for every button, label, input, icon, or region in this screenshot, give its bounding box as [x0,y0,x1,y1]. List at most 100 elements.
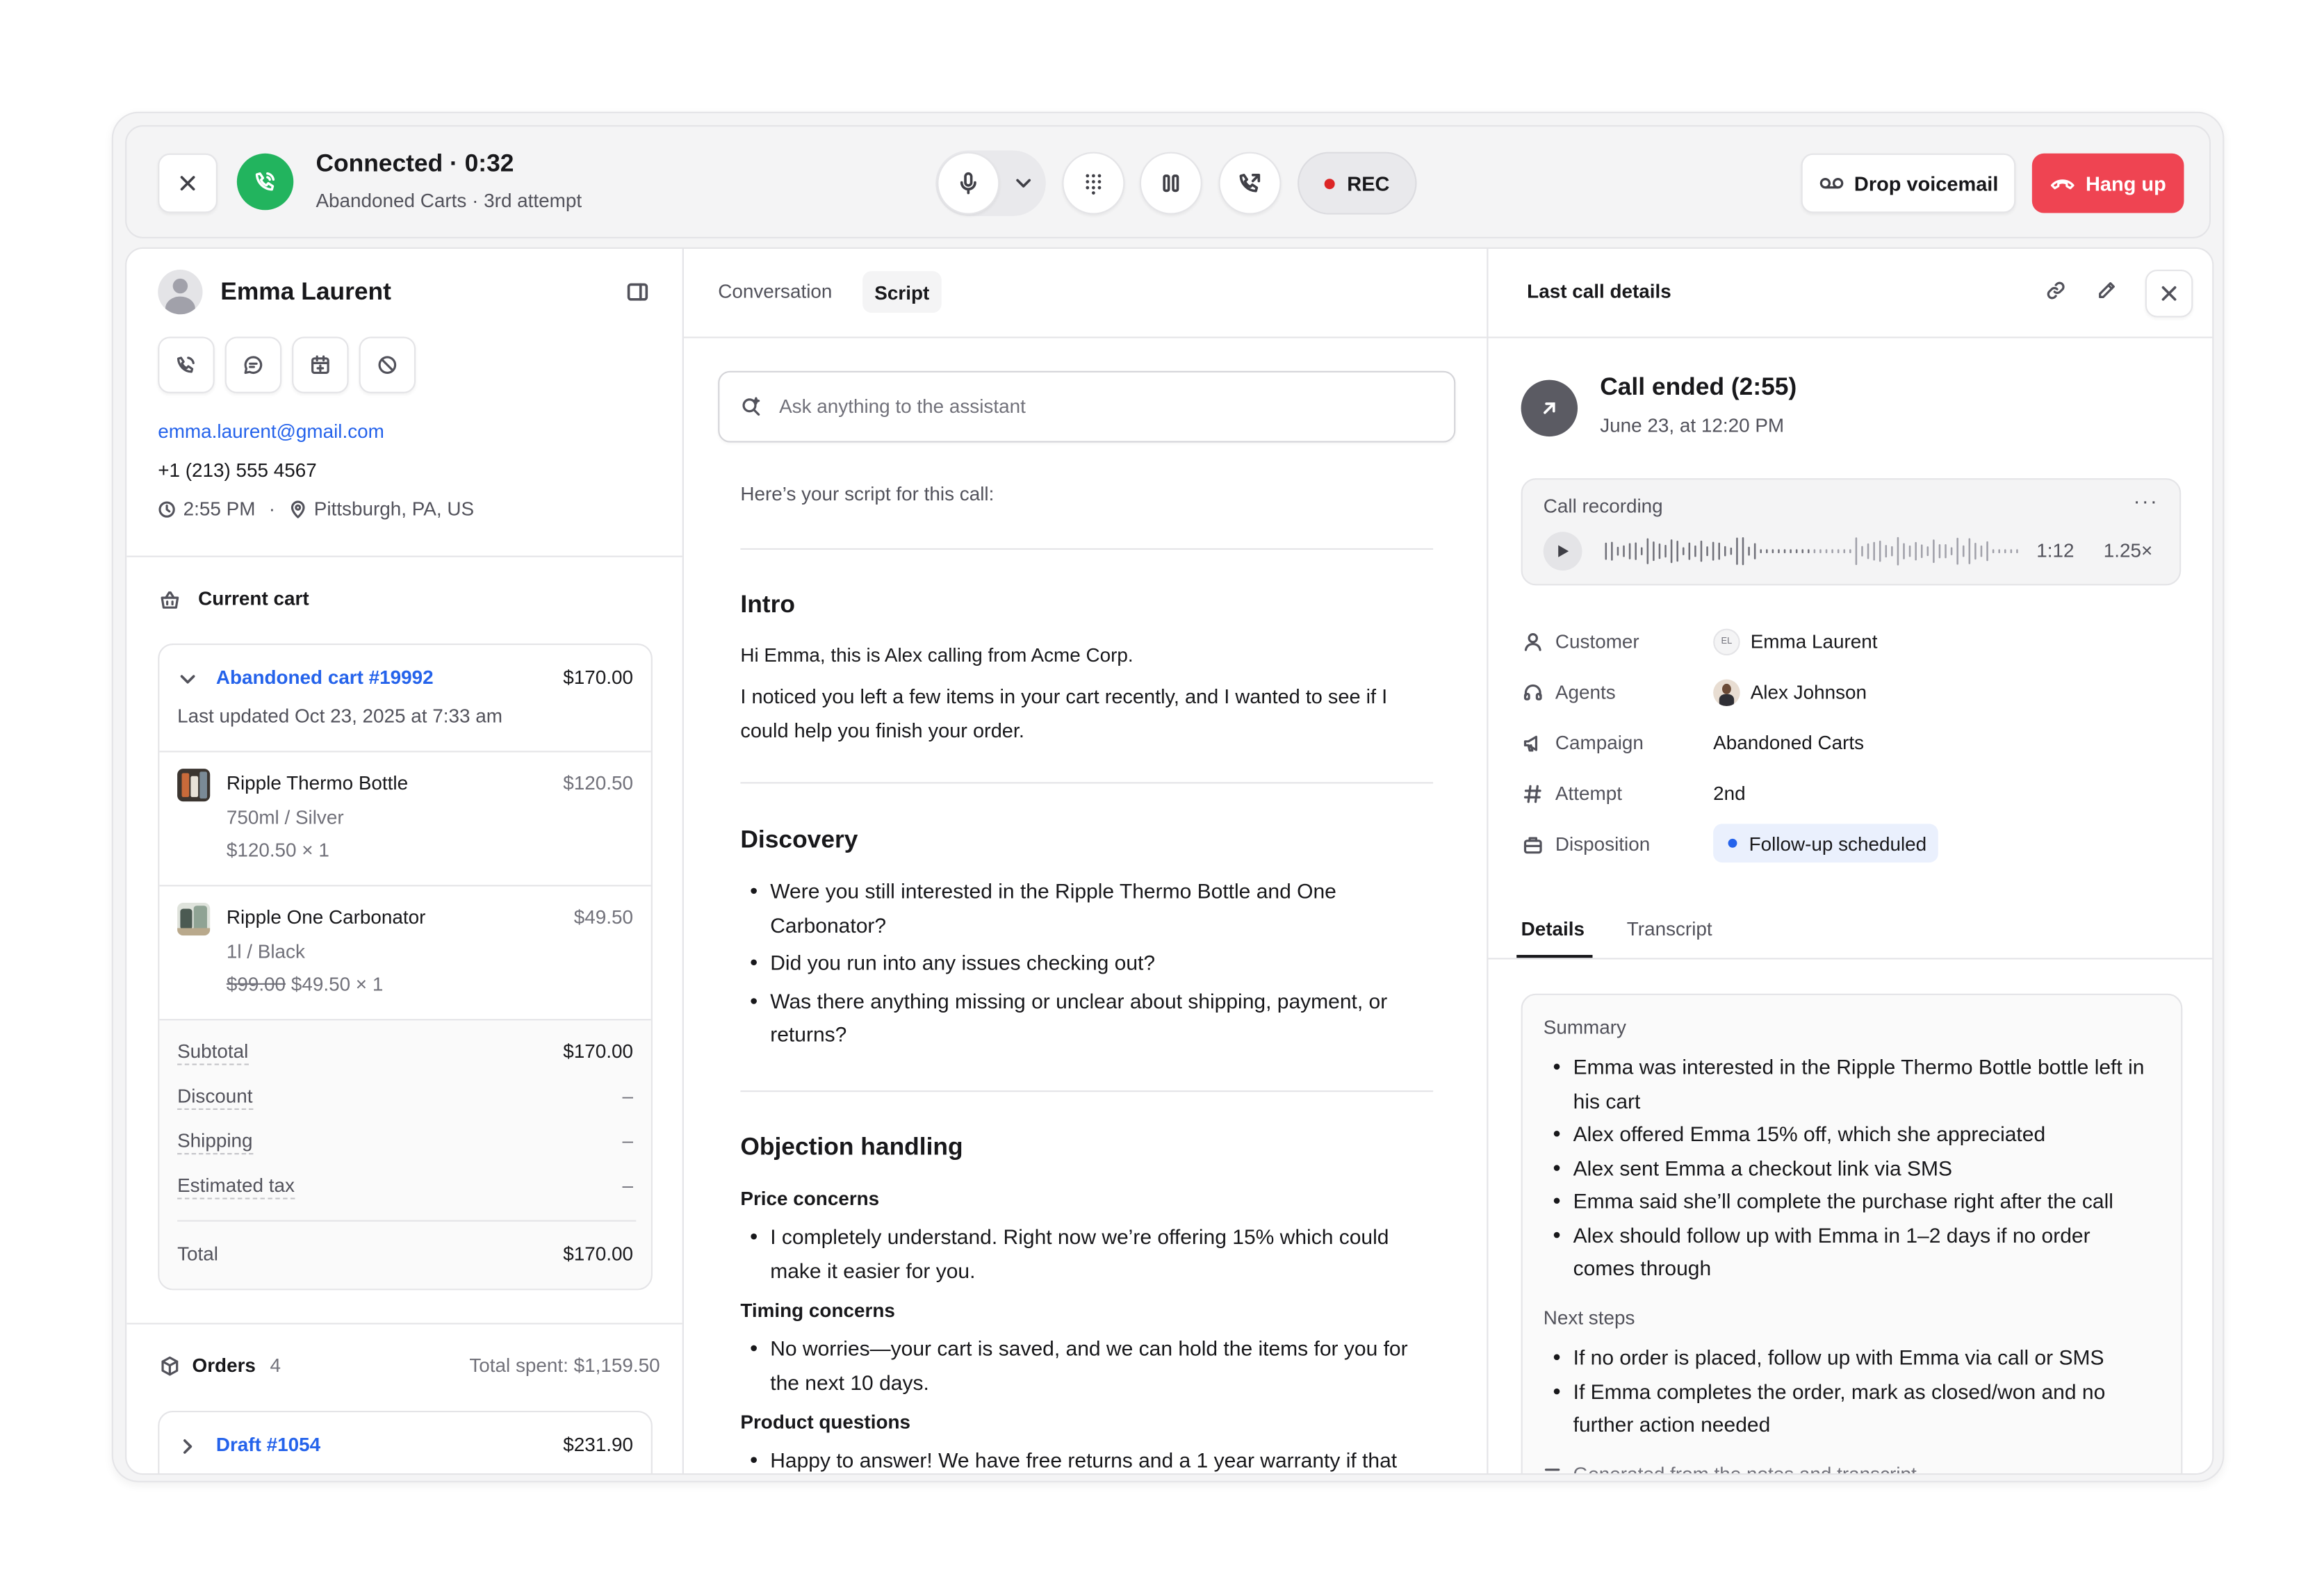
mic-options-button[interactable] [1003,152,1045,215]
megaphone-icon [1523,735,1538,752]
contact-phone: +1 (213) 555 4567 [158,459,317,482]
contact-sidebar: Emma Laurent emma.laurent@gmail.com +1 (… [126,248,684,1474]
hang-up-button[interactable]: Hang up [2031,153,2184,213]
cart-item-variant: 750ml / Silver [226,805,344,828]
call-contact-button[interactable] [158,336,215,393]
contact-email[interactable]: emma.laurent@gmail.com [158,420,384,442]
toggle-panel-button[interactable] [627,281,648,310]
cart-card: Abandoned cart #19992 $170.00 Last updat… [158,644,653,1291]
intro-heading: Intro [740,591,795,619]
cart-last-updated: Last updated Oct 23, 2025 at 7:33 am [177,704,502,728]
play-button[interactable] [1543,532,1582,571]
summary-list: Emma was interested in the Ripple Thermo… [1544,1050,2154,1285]
pause-icon [1163,174,1179,193]
block-contact-button[interactable] [359,336,416,393]
attempt-value: 2nd [1713,782,1746,805]
briefcase-icon [1523,837,1542,854]
list-item: Emma was interested in the Ripple Thermo… [1544,1050,2154,1117]
shipping-value: – [622,1129,634,1152]
disposition-value: Follow-up scheduled [1749,832,1927,855]
tab-script[interactable]: Script [862,271,942,313]
playback-speed[interactable]: 1.25× [2104,539,2153,562]
hash-icon [1523,785,1541,803]
close-call-button[interactable] [158,153,218,213]
attempt-label: Attempt [1555,782,1622,805]
chevron-down-icon[interactable] [177,669,198,689]
record-button[interactable]: REC [1298,152,1417,215]
hold-button[interactable] [1139,152,1202,215]
list-item: Emma said she’ll complete the purchase r… [1544,1184,2154,1218]
discount-value: – [622,1084,634,1107]
intro-line-1: Hi Emma, this is Alex calling from Acme … [740,644,1134,666]
timing-concerns-heading: Timing concerns [740,1299,895,1322]
hang-up-label: Hang up [2086,172,2166,195]
call-status: Connected · 0:32 [316,150,514,178]
call-attempt: 3rd attempt [484,189,582,212]
message-contact-button[interactable] [224,336,282,393]
list-item: Did you run into any issues checking out… [740,946,1396,979]
hang-up-icon [2050,179,2075,190]
details-title: Last call details [1527,279,1671,303]
edit-button[interactable] [2096,280,2117,309]
discount-label: Discount [177,1084,253,1110]
sidebar-panel-icon [627,283,648,301]
order-link[interactable]: Draft #1054 [216,1433,320,1455]
product-thumbnail [177,769,211,802]
orders-heading: Orders 4 [193,1354,281,1377]
agents-label: Agents [1555,680,1616,703]
timing-concerns-list: No worries—your cart is saved, and we ca… [740,1332,1411,1398]
tab-details[interactable]: Details [1521,917,1585,940]
recording-time: 1:12 [2036,539,2075,562]
list-item: Alex offered Emma 15% off, which she app… [1544,1118,2154,1151]
list-item: Alex should follow up with Emma in 1–2 d… [1544,1218,2154,1284]
order-card[interactable]: Draft #1054 $231.90 [158,1410,653,1474]
call-subtitle: Abandoned Carts · 3rd attempt [316,189,582,212]
headset-icon [1523,684,1542,701]
recording-more-button[interactable]: ··· [2134,489,2159,512]
tab-conversation[interactable]: Conversation [718,280,832,302]
contact-name: Emma Laurent [220,278,391,306]
tab-transcript[interactable]: Transcript [1627,917,1712,940]
outgoing-call-icon [1521,379,1578,437]
schedule-button[interactable] [292,336,349,393]
list-item: Happy to answer! We have free returns an… [740,1443,1440,1473]
assistant-input[interactable]: Ask anything to the assistant [718,370,1456,443]
keypad-button[interactable] [1062,152,1125,215]
subtotal-label: Subtotal [177,1040,249,1065]
next-steps-list: If no order is placed, follow up with Em… [1544,1341,2154,1441]
customer-avatar: EL [1713,628,1740,656]
waveform[interactable] [1603,533,2020,568]
chevron-right-icon[interactable] [177,1436,198,1457]
clock-icon [158,500,175,517]
call-campaign: Abandoned Carts [316,189,467,212]
contact-location: Pittsburgh, PA, US [313,497,475,521]
disposition-badge[interactable]: Follow-up scheduled [1713,824,1939,863]
mute-button[interactable] [937,152,1000,215]
cart-link[interactable]: Abandoned cart #19992 [216,666,434,688]
close-panel-button[interactable] [2145,269,2193,318]
location-pin-icon [290,500,305,518]
cart-item-unit-line: $99.00 $49.50 × 1 [227,973,384,995]
campaign-value: Abandoned Carts [1713,731,1865,754]
recording-label: Call recording [1543,494,1663,517]
orders-title: Orders [192,1354,256,1377]
script-panel: Conversation Script Ask anything to the … [683,248,1489,1474]
list-item: If no order is placed, follow up with Em… [1544,1341,2154,1374]
avatar [158,269,203,315]
price-concerns-list: I completely understand. Right now we’re… [740,1220,1440,1287]
product-questions-heading: Product questions [740,1410,911,1434]
transfer-button[interactable] [1218,152,1282,215]
record-dot-icon [1325,178,1336,189]
order-total: $231.90 [563,1433,634,1456]
copy-link-button[interactable] [2045,280,2066,309]
call-date: June 23, at 12:20 PM [1600,414,1785,437]
main-panel: Emma Laurent emma.laurent@gmail.com +1 (… [125,247,2214,1475]
cart-item-price: $49.50 [573,906,634,928]
cart-item-price: $120.50 [563,771,634,794]
customer-label: Customer [1555,630,1639,653]
chat-icon [244,356,263,375]
drop-voicemail-button[interactable]: Drop voicemail [1801,153,2016,213]
drop-voicemail-label: Drop voicemail [1854,172,1999,195]
status-dot-icon [1728,838,1737,848]
tax-label: Estimated tax [177,1174,295,1200]
